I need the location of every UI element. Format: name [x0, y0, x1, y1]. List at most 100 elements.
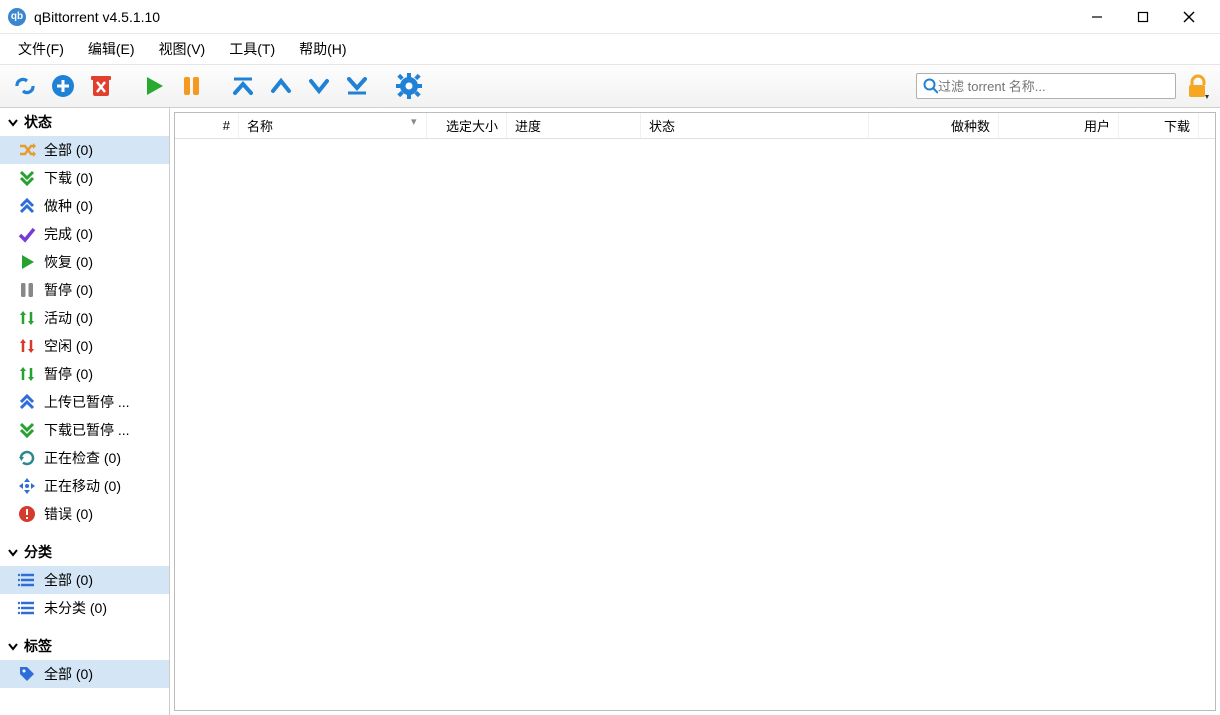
move-bottom-button[interactable]: [340, 69, 374, 103]
sidebar-item-all[interactable]: 全部 (0): [0, 136, 169, 164]
sidebar: 状态 全部 (0) 下载 (0) 做种 (0)完成 (0) 恢复 (0) 暂停 (0) 活…: [0, 108, 170, 715]
preferences-button[interactable]: [392, 69, 426, 103]
move-up-button[interactable]: [264, 69, 298, 103]
column-header-status[interactable]: 状态: [641, 113, 869, 138]
sidebar-item-tag_all[interactable]: 全部 (0): [0, 660, 169, 688]
move-top-button[interactable]: [226, 69, 260, 103]
search-icon: [923, 78, 938, 94]
table-body[interactable]: [175, 139, 1215, 694]
sidebar-item-cat_all[interactable]: 全部 (0): [0, 566, 169, 594]
pause-icon: [18, 281, 36, 299]
column-header-num[interactable]: #: [175, 113, 239, 138]
horizontal-scrollbar[interactable]: [175, 694, 1215, 710]
sidebar-item-stalled_up[interactable]: 上传已暂停 ...: [0, 388, 169, 416]
sidebar-item-label: 下载已暂停 ...: [44, 420, 130, 440]
title-bar: qb qBittorrent v4.5.1.10: [0, 0, 1220, 34]
sidebar-item-moving[interactable]: 正在移动 (0): [0, 472, 169, 500]
refresh-icon: [18, 449, 36, 467]
sidebar-item-active[interactable]: 活动 (0): [0, 304, 169, 332]
double-down-icon: [18, 169, 36, 187]
add-torrent-link-button[interactable]: [8, 69, 42, 103]
sidebar-header-tags[interactable]: 标签: [0, 632, 169, 660]
chevron-down-icon: [6, 115, 20, 129]
error-icon: [18, 505, 36, 523]
sidebar-item-resumed[interactable]: 恢复 (0): [0, 248, 169, 276]
double-up-icon: [18, 393, 36, 411]
toolbar: [0, 64, 1220, 108]
maximize-icon: [1137, 11, 1149, 23]
sidebar-item-stalled_dl[interactable]: 下载已暂停 ...: [0, 416, 169, 444]
chevron-down-icon: [6, 639, 20, 653]
column-header-download[interactable]: 下载: [1119, 113, 1199, 138]
column-header-name[interactable]: 名称: [239, 113, 427, 138]
sidebar-item-label: 未分类 (0): [44, 598, 107, 618]
sort-indicator-icon: ▾: [411, 115, 417, 128]
sidebar-item-stalled[interactable]: 暂停 (0): [0, 360, 169, 388]
pause-icon: [177, 72, 205, 100]
menu-bar: 文件(F) 编辑(E) 视图(V) 工具(T) 帮助(H): [0, 34, 1220, 64]
sidebar-item-paused[interactable]: 暂停 (0): [0, 276, 169, 304]
sidebar-header-categories-label: 分类: [24, 542, 52, 562]
move-icon: [18, 477, 36, 495]
link-icon: [11, 72, 39, 100]
chevron-down-icon: [6, 545, 20, 559]
menu-help[interactable]: 帮助(H): [287, 35, 358, 63]
play-icon: [18, 253, 36, 271]
sidebar-item-label: 正在检查 (0): [44, 448, 121, 468]
sidebar-item-errored[interactable]: 错误 (0): [0, 500, 169, 528]
filter-search-input[interactable]: [938, 79, 1169, 94]
column-header-seeds[interactable]: 做种数: [869, 113, 999, 138]
delete-torrent-button[interactable]: [84, 69, 118, 103]
sidebar-item-completed[interactable]: 完成 (0): [0, 220, 169, 248]
gear-icon: [395, 72, 423, 100]
play-icon: [139, 72, 167, 100]
sidebar-item-label: 空闲 (0): [44, 336, 93, 356]
column-header-size[interactable]: 选定大小: [427, 113, 507, 138]
sidebar-header-status[interactable]: 状态: [0, 108, 169, 136]
trash-icon: [87, 72, 115, 100]
column-header-progress[interactable]: 进度: [507, 113, 641, 138]
table-header-row: #名称选定大小进度状态做种数用户下载: [175, 113, 1215, 139]
pause-button[interactable]: [174, 69, 208, 103]
close-icon: [1183, 11, 1195, 23]
move-down-button[interactable]: [302, 69, 336, 103]
lock-ui-button[interactable]: [1182, 71, 1212, 101]
sidebar-item-label: 恢复 (0): [44, 252, 93, 272]
column-header-peers[interactable]: 用户: [999, 113, 1119, 138]
shuffle-icon: [18, 141, 36, 159]
sidebar-item-seeding[interactable]: 做种 (0): [0, 192, 169, 220]
sidebar-item-inactive[interactable]: 空闲 (0): [0, 332, 169, 360]
sidebar-item-cat_none[interactable]: 未分类 (0): [0, 594, 169, 622]
filter-search-box[interactable]: [916, 73, 1176, 99]
sidebar-item-label: 全部 (0): [44, 570, 93, 590]
resume-button[interactable]: [136, 69, 170, 103]
minimize-icon: [1091, 11, 1103, 23]
list-icon: [18, 571, 36, 589]
plus-circle-icon: [49, 72, 77, 100]
sidebar-header-categories[interactable]: 分类: [0, 538, 169, 566]
sidebar-item-label: 暂停 (0): [44, 364, 93, 384]
window-close-button[interactable]: [1166, 0, 1212, 34]
tag-icon: [18, 665, 36, 683]
chevron-down-icon: [306, 73, 332, 99]
sidebar-item-checking[interactable]: 正在检查 (0): [0, 444, 169, 472]
window-title: qBittorrent v4.5.1.10: [34, 9, 160, 25]
list-icon: [18, 599, 36, 617]
menu-view[interactable]: 视图(V): [147, 35, 218, 63]
double-down-icon: [18, 421, 36, 439]
add-torrent-file-button[interactable]: [46, 69, 80, 103]
sidebar-item-label: 正在移动 (0): [44, 476, 121, 496]
menu-edit[interactable]: 编辑(E): [76, 35, 147, 63]
menu-file[interactable]: 文件(F): [6, 35, 76, 63]
sidebar-item-download[interactable]: 下载 (0): [0, 164, 169, 192]
window-maximize-button[interactable]: [1120, 0, 1166, 34]
sidebar-item-label: 全部 (0): [44, 664, 93, 684]
sidebar-item-label: 错误 (0): [44, 504, 93, 524]
updown-icon: [18, 365, 36, 383]
sidebar-item-label: 下载 (0): [44, 168, 93, 188]
torrent-table: ▾ #名称选定大小进度状态做种数用户下载: [174, 112, 1216, 711]
window-minimize-button[interactable]: [1074, 0, 1120, 34]
sidebar-item-label: 暂停 (0): [44, 280, 93, 300]
menu-tools[interactable]: 工具(T): [217, 35, 287, 63]
app-icon: qb: [8, 8, 26, 26]
